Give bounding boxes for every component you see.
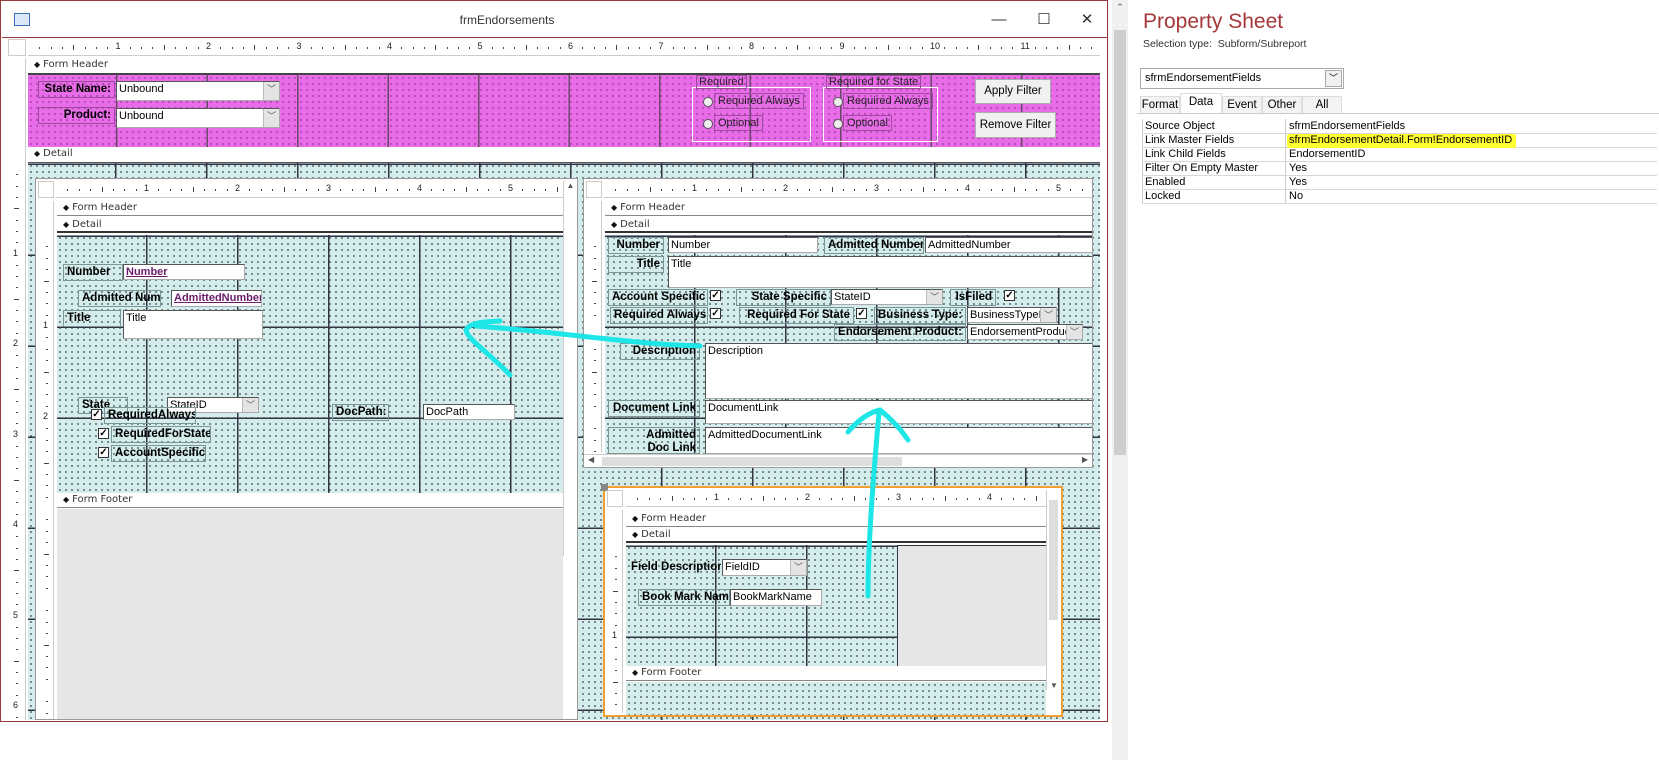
tab-data[interactable]: Data bbox=[1180, 93, 1222, 114]
selected-object: sfrmEndorsementFields bbox=[1145, 72, 1262, 84]
property-grid: Source Object sfrmEndorsementFields Link … bbox=[1137, 113, 1659, 208]
property-row[interactable]: Link Master Fields sfrmEndorsementDetail.… bbox=[1142, 134, 1657, 148]
property-row[interactable]: Filter On Empty Master Yes bbox=[1142, 162, 1657, 176]
property-sheet-pane: Property Sheet Selection type: Subform/S… bbox=[1137, 0, 1659, 760]
property-name: Link Master Fields bbox=[1145, 134, 1235, 146]
property-name: Source Object bbox=[1145, 120, 1215, 132]
property-value-highlighted[interactable]: sfrmEndorsementDetail.Form!EndorsementID bbox=[1287, 134, 1517, 148]
selection-type-value: Subform/Subreport bbox=[1217, 38, 1307, 50]
property-value[interactable]: Yes bbox=[1289, 162, 1307, 175]
property-value[interactable]: sfrmEndorsementFields bbox=[1289, 120, 1405, 133]
tab-other[interactable]: Other bbox=[1262, 96, 1302, 114]
selection-type: Selection type: Subform/Subreport bbox=[1143, 38, 1306, 50]
annotation-arrow-left bbox=[463, 318, 703, 378]
chevron-down-icon[interactable]: ﹀ bbox=[1325, 70, 1342, 87]
property-sheet-title: Property Sheet bbox=[1143, 10, 1284, 33]
selection-type-label: Selection type: bbox=[1143, 38, 1212, 50]
property-name: Locked bbox=[1145, 190, 1181, 202]
property-row[interactable]: Locked No bbox=[1142, 190, 1657, 204]
object-selector-dropdown[interactable]: sfrmEndorsementFields ﹀ bbox=[1140, 68, 1344, 89]
property-name: Filter On Empty Master bbox=[1145, 162, 1259, 174]
tab-format[interactable]: Format bbox=[1140, 96, 1180, 114]
tab-all[interactable]: All bbox=[1302, 96, 1342, 114]
property-name: Link Child Fields bbox=[1145, 148, 1226, 160]
tab-event[interactable]: Event bbox=[1222, 96, 1262, 114]
property-name: Enabled bbox=[1145, 176, 1186, 188]
property-value[interactable]: No bbox=[1289, 190, 1303, 203]
annotation-arrow-up bbox=[845, 407, 911, 599]
property-row[interactable]: Enabled Yes bbox=[1142, 176, 1657, 190]
property-row[interactable]: Source Object sfrmEndorsementFields bbox=[1142, 120, 1657, 134]
property-value[interactable]: Yes bbox=[1289, 176, 1307, 189]
property-row[interactable]: Link Child Fields EndorsementID bbox=[1142, 148, 1657, 162]
property-value[interactable]: EndorsementID bbox=[1289, 148, 1365, 161]
